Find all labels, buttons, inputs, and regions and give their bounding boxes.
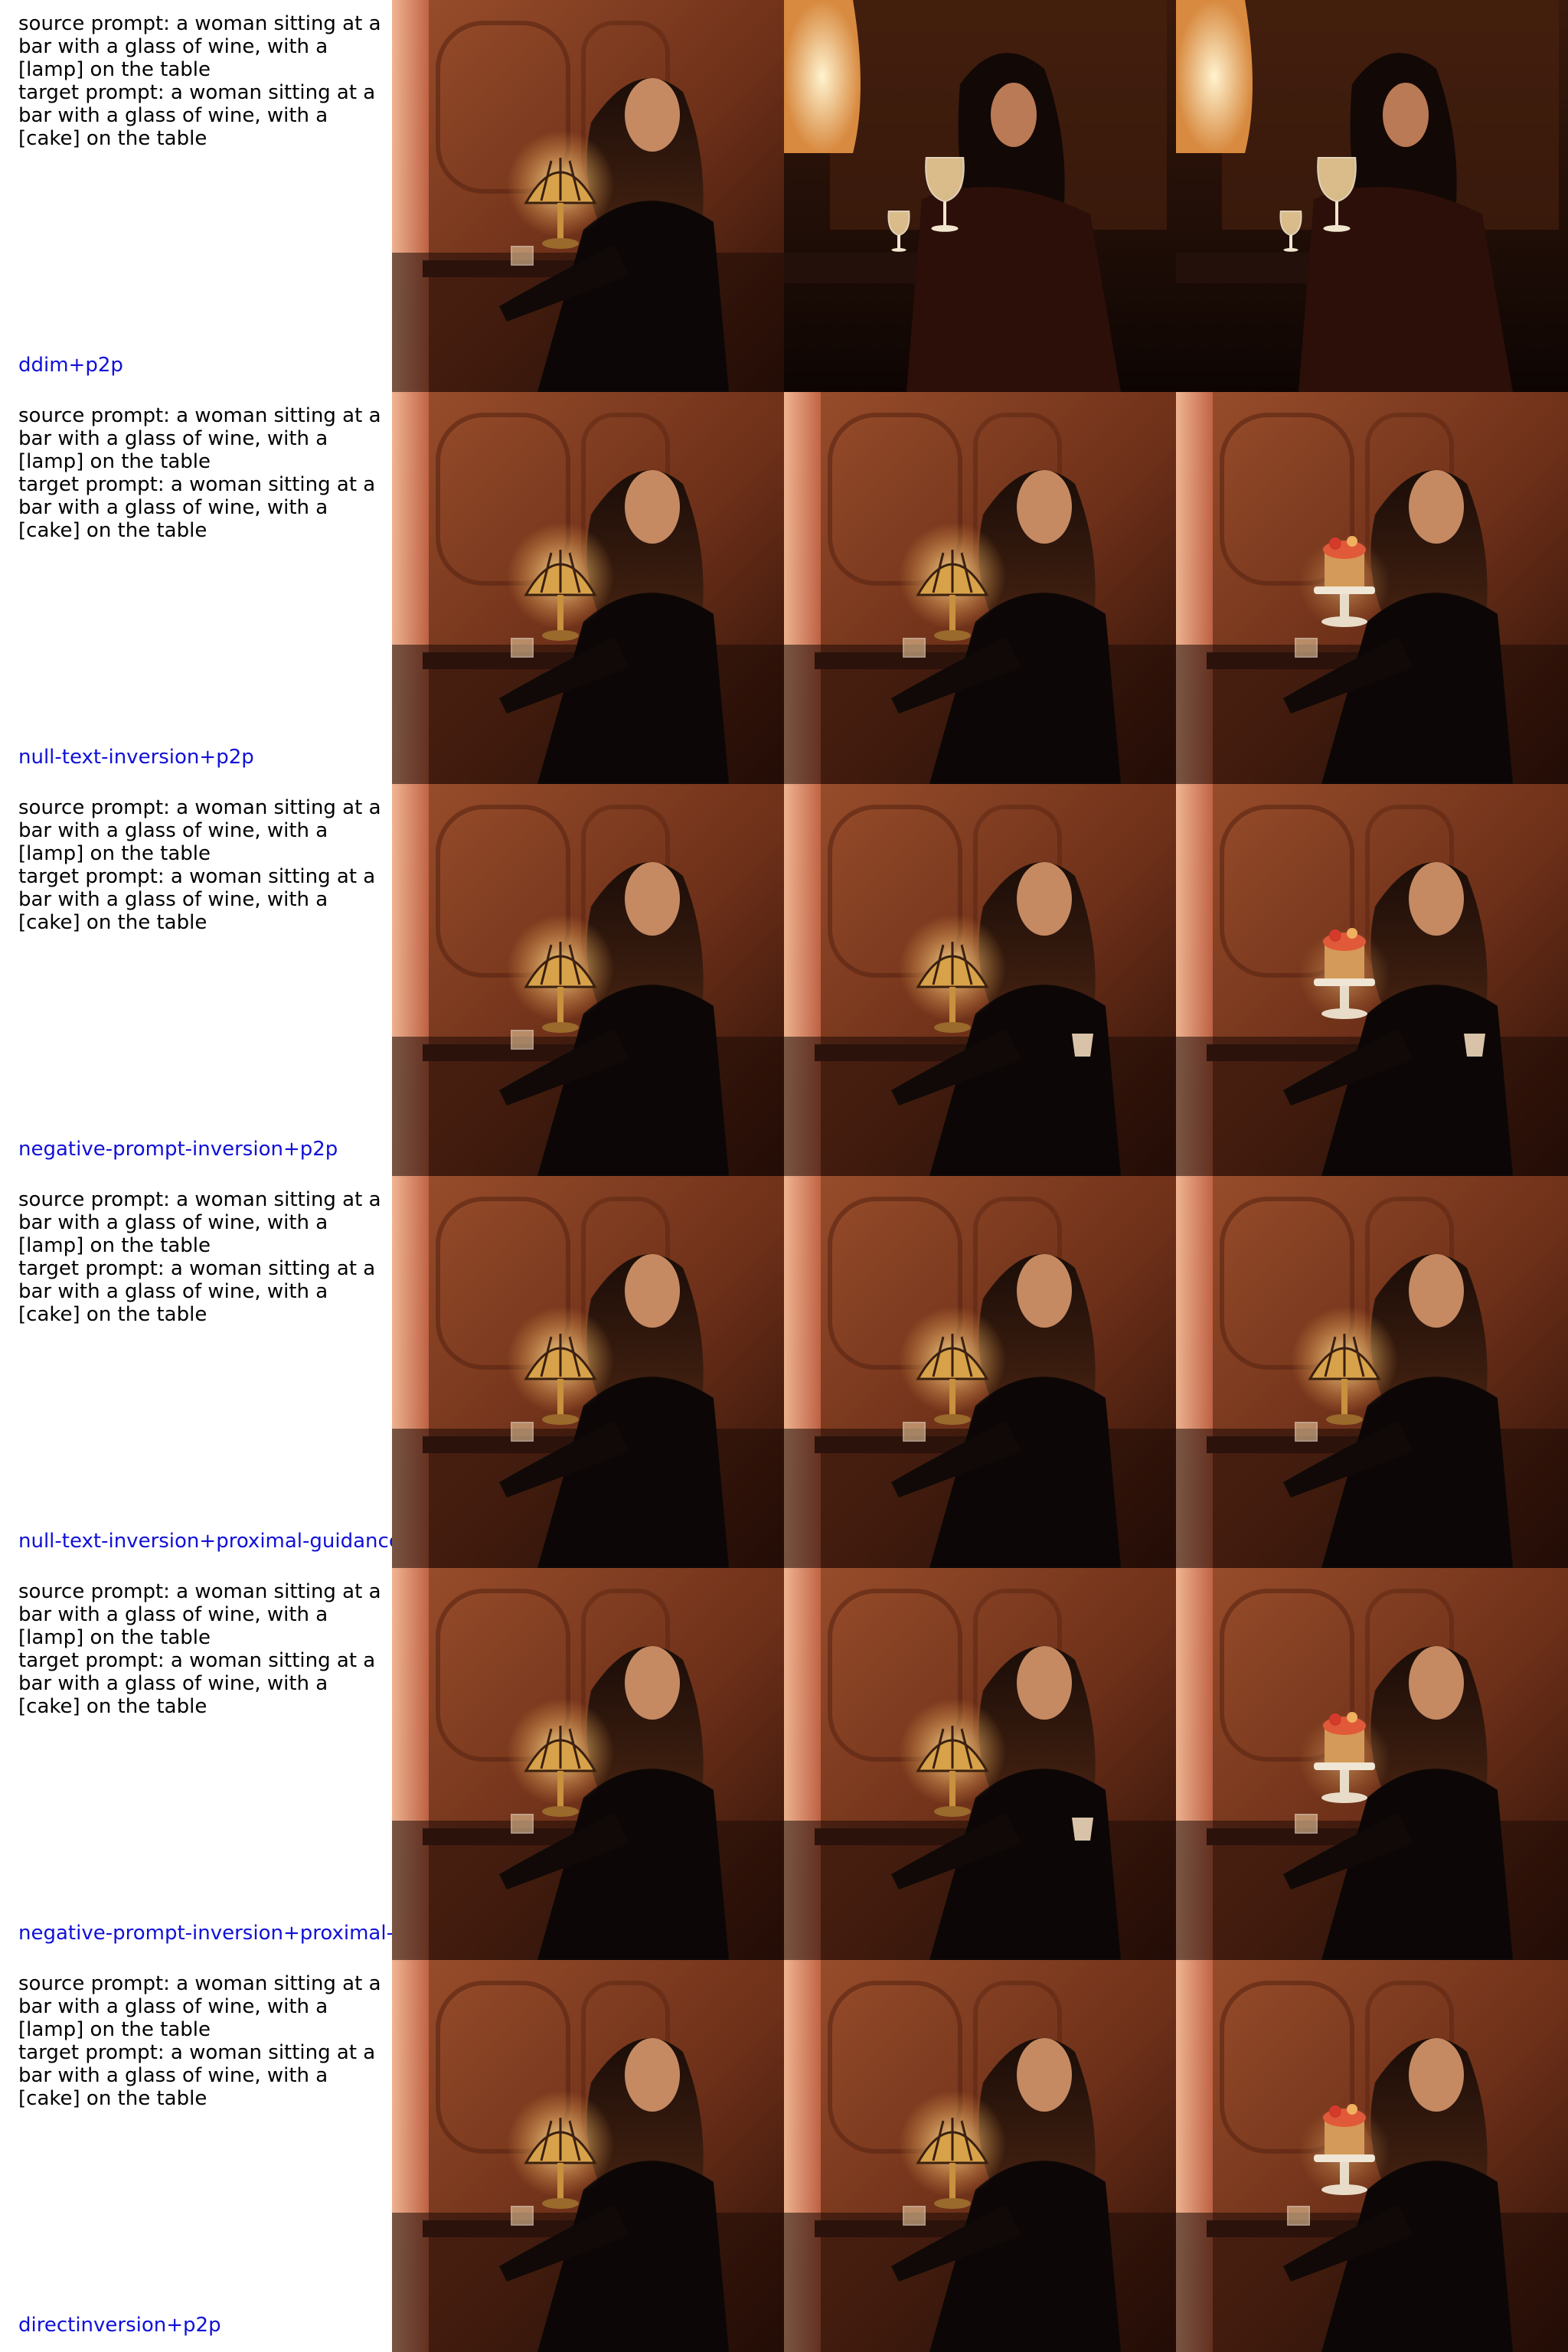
method-label: directinversion+p2p: [18, 2314, 221, 2337]
source-image: [392, 1960, 784, 2352]
prompt-block: source prompt: a woman sitting at a bar …: [18, 1972, 392, 2110]
method-label: negative-prompt-inversion+p2p: [18, 1138, 338, 1161]
prompt-block: source prompt: a woman sitting at a bar …: [18, 12, 392, 150]
photo-render: [784, 1568, 1176, 1960]
comparison-grid: source prompt: a woman sitting at a bar …: [0, 0, 1568, 2352]
source-prompt: source prompt: a woman sitting at a bar …: [18, 796, 381, 865]
photo-render: [1176, 1176, 1568, 1568]
source-prompt: source prompt: a woman sitting at a bar …: [18, 12, 381, 81]
photo-render: [784, 1960, 1176, 2352]
photo-render: [784, 784, 1176, 1176]
source-image: [392, 1568, 784, 1960]
row-label-column: source prompt: a woman sitting at a bar …: [0, 1960, 392, 2352]
row-label-column: source prompt: a woman sitting at a bar …: [0, 1568, 392, 1960]
row-label-column: source prompt: a woman sitting at a bar …: [0, 1176, 392, 1568]
reconstruction-image: [784, 1568, 1176, 1960]
source-prompt: source prompt: a woman sitting at a bar …: [18, 1188, 381, 1257]
row-label-column: source prompt: a woman sitting at a bar …: [0, 392, 392, 784]
source-prompt: source prompt: a woman sitting at a bar …: [18, 1580, 381, 1649]
photo-render: [784, 1176, 1176, 1568]
source-image: [392, 392, 784, 784]
photo-render: [392, 1568, 784, 1960]
edited-image: [1176, 1960, 1568, 2352]
edited-image: [1176, 392, 1568, 784]
row-label-column: source prompt: a woman sitting at a bar …: [0, 0, 392, 392]
reconstruction-image: [784, 392, 1176, 784]
comparison-row-negative-prompt-inversion-p2p: source prompt: a woman sitting at a bar …: [0, 784, 1568, 1176]
source-image: [392, 1176, 784, 1568]
comparison-row-ddim-p2p: source prompt: a woman sitting at a bar …: [0, 0, 1568, 392]
photo-render: [784, 0, 1176, 392]
photo-render: [1176, 1568, 1568, 1960]
reconstruction-image: [784, 784, 1176, 1176]
prompt-block: source prompt: a woman sitting at a bar …: [18, 796, 392, 934]
photo-render: [392, 1960, 784, 2352]
target-prompt: target prompt: a woman sitting at a bar …: [18, 1649, 376, 1718]
photo-render: [392, 784, 784, 1176]
source-image: [392, 0, 784, 392]
target-prompt: target prompt: a woman sitting at a bar …: [18, 2041, 376, 2110]
edited-image: [1176, 0, 1568, 392]
comparison-row-negative-prompt-inversion-proximal-guidance: source prompt: a woman sitting at a bar …: [0, 1568, 1568, 1960]
edited-image: [1176, 784, 1568, 1176]
prompt-block: source prompt: a woman sitting at a bar …: [18, 1188, 392, 1326]
reconstruction-image: [784, 1960, 1176, 2352]
reconstruction-image: [784, 1176, 1176, 1568]
target-prompt: target prompt: a woman sitting at a bar …: [18, 81, 376, 150]
photo-render: [392, 392, 784, 784]
method-label: null-text-inversion+proximal-guidance: [18, 1530, 392, 1553]
source-prompt: source prompt: a woman sitting at a bar …: [18, 404, 381, 473]
photo-render: [784, 392, 1176, 784]
edited-image: [1176, 1176, 1568, 1568]
reconstruction-image: [784, 0, 1176, 392]
source-prompt: source prompt: a woman sitting at a bar …: [18, 1972, 381, 2041]
method-label: negative-prompt-inversion+proximal-g: [18, 1922, 392, 1945]
comparison-row-null-text-inversion-proximal-guidance: source prompt: a woman sitting at a bar …: [0, 1176, 1568, 1568]
method-label: ddim+p2p: [18, 354, 123, 377]
photo-render: [1176, 784, 1568, 1176]
prompt-block: source prompt: a woman sitting at a bar …: [18, 404, 392, 542]
row-label-column: source prompt: a woman sitting at a bar …: [0, 784, 392, 1176]
edited-image: [1176, 1568, 1568, 1960]
photo-render: [1176, 392, 1568, 784]
target-prompt: target prompt: a woman sitting at a bar …: [18, 473, 376, 542]
prompt-block: source prompt: a woman sitting at a bar …: [18, 1580, 392, 1718]
photo-render: [392, 1176, 784, 1568]
source-image: [392, 784, 784, 1176]
photo-render: [1176, 1960, 1568, 2352]
photo-render: [392, 0, 784, 392]
target-prompt: target prompt: a woman sitting at a bar …: [18, 865, 376, 934]
method-label: null-text-inversion+p2p: [18, 746, 254, 769]
target-prompt: target prompt: a woman sitting at a bar …: [18, 1257, 376, 1326]
photo-render: [1176, 0, 1568, 392]
comparison-row-null-text-inversion-p2p: source prompt: a woman sitting at a bar …: [0, 392, 1568, 784]
comparison-row-directinversion-p2p: source prompt: a woman sitting at a bar …: [0, 1960, 1568, 2352]
